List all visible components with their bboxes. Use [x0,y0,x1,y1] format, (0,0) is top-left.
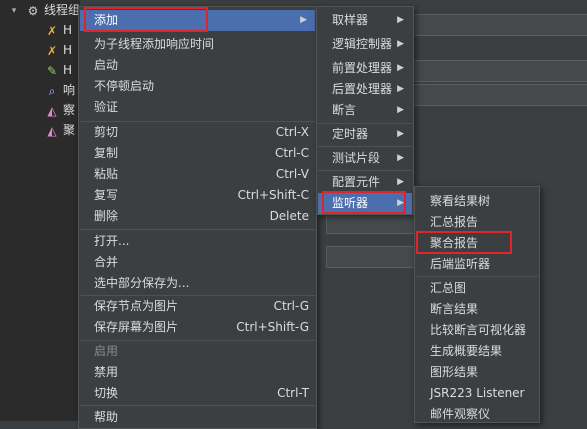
tree-node-label: H [63,43,73,57]
chevron-right-icon: ▶ [397,198,404,208]
menu-item-open[interactable]: 打开... [80,231,315,252]
menu-separator [80,405,315,406]
menu-item-validate[interactable]: 验证 [80,97,315,118]
menu-separator [80,229,315,230]
menu-item-add-response-time[interactable]: 为子线程添加响应时间 [80,34,315,55]
menu-item-copy[interactable]: 复制 Ctrl-C [80,143,315,164]
add-submenu: 取样器 ▶ 逻辑控制器 ▶ 前置处理器 ▶ 后置处理器 ▶ 断言 ▶ 定时器 ▶ 测试片段 ▶… [316,6,414,215]
background-field [326,246,418,268]
pencil-icon: ✎ [46,63,58,78]
menu-item-disable[interactable]: 禁用 [80,362,315,383]
menu-item-assertion-results[interactable]: 断言结果 [416,299,538,320]
menu-item-save-screen-as-image[interactable]: 保存屏幕为图片 Ctrl+Shift-G [80,317,315,338]
wrench-icon: ✗ [46,43,58,58]
tree-node[interactable]: ✗ H [44,40,72,60]
tree-node-label: 察 [63,103,76,117]
menu-item-duplicate[interactable]: 复写 Ctrl+Shift-C [80,185,315,206]
chevron-right-icon: ▶ [397,39,404,49]
menu-item-aggregate-report[interactable]: 聚合报告 [416,233,538,254]
chevron-right-icon: ▶ [397,153,404,163]
tree-node-label: H [63,23,73,37]
tree-node[interactable]: ◭ 察 [44,100,75,120]
menu-item-start-no-pauses[interactable]: 不停顿启动 [80,76,315,97]
test-plan-tree: ▾ ⚙ 线程组 ✗ H ✗ H ✎ H ⌕ 响 ◭ 察 ◭ 聚 [0,0,80,421]
tree-node-label: 聚 [63,123,76,137]
chevron-right-icon: ▶ [397,15,404,25]
tree-node-label: 响 [63,83,76,97]
tree-node[interactable]: ◭ 聚 [44,120,75,140]
menu-item-assertion[interactable]: 断言 ▶ [318,100,412,121]
collapse-icon[interactable]: ▾ [6,3,22,19]
menu-item-paste[interactable]: 粘贴 Ctrl-V [80,164,315,185]
menu-item-view-results-tree[interactable]: 察看结果树 [416,191,538,212]
menu-separator [416,276,538,277]
graph-icon: ◭ [47,103,57,118]
menu-item-graph-results[interactable]: 图形结果 [416,362,538,383]
menu-item-backend-listener[interactable]: 后端监听器 [416,254,538,275]
chevron-right-icon: ▶ [397,177,404,187]
chevron-right-icon: ▶ [300,15,307,25]
chevron-right-icon: ▶ [397,129,404,139]
tree-node-label: 线程组 [44,3,81,17]
menu-item-aggregate-graph[interactable]: 汇总图 [416,278,538,299]
menu-item-start[interactable]: 启动 [80,55,315,76]
menu-item-summary-report[interactable]: 汇总报告 [416,212,538,233]
chevron-right-icon: ▶ [397,84,404,94]
menu-item-config-element[interactable]: 配置元件 ▶ [318,172,412,193]
gear-icon: ⚙ [27,3,39,18]
tree-node[interactable]: ✎ H [44,60,72,80]
menu-item-logic-controller[interactable]: 逻辑控制器 ▶ [318,34,412,55]
menu-item-listener[interactable]: 监听器 ▶ [318,193,412,214]
chevron-right-icon: ▶ [397,63,404,73]
background-field [412,14,587,36]
menu-item-comparison-assertion-visualizer[interactable]: 比较断言可视化器 [416,320,538,341]
menu-item-timer[interactable]: 定时器 ▶ [318,124,412,145]
graph-icon: ◭ [47,123,57,138]
menu-item-generate-summary-results[interactable]: 生成概要结果 [416,341,538,362]
menu-item-toggle[interactable]: 切换 Ctrl-T [80,383,315,404]
tree-node[interactable]: ✗ H [44,20,72,40]
menu-separator [318,146,412,147]
magnifier-icon: ⌕ [48,83,56,98]
chevron-right-icon: ▶ [397,105,404,115]
wrench-icon: ✗ [46,23,58,38]
tree-node-thread-group[interactable]: ▾ ⚙ 线程组 [6,0,80,20]
menu-item-sampler[interactable]: 取样器 ▶ [318,10,412,31]
listener-submenu: 察看结果树 汇总报告 聚合报告 后端监听器 汇总图 断言结果 比较断言可视化器 … [414,186,540,423]
menu-item-mailer-visualizer[interactable]: 邮件观察仪 [416,404,538,425]
context-menu: 添加 ▶ 为子线程添加响应时间 启动 不停顿启动 验证 剪切 Ctrl-X 复制 Ct… [78,6,317,429]
menu-item-enable: 启用 [94,344,119,358]
menu-item-pre-processor[interactable]: 前置处理器 ▶ [318,58,412,79]
menu-item-test-fragment[interactable]: 测试片段 ▶ [318,148,412,169]
menu-item-save-node-as-image[interactable]: 保存节点为图片 Ctrl-G [80,296,315,317]
background-field [412,84,587,106]
menu-item-cut[interactable]: 剪切 Ctrl-X [80,122,315,143]
menu-item-merge[interactable]: 合并 [80,252,315,273]
menu-item-delete[interactable]: 删除 Delete [80,206,315,227]
menu-item-jsr223-listener[interactable]: JSR223 Listener [416,383,538,404]
background-field [326,212,418,234]
menu-item-post-processor[interactable]: 后置处理器 ▶ [318,79,412,100]
background-field [412,60,587,82]
menu-item-add[interactable]: 添加 ▶ [80,10,315,31]
menu-separator [318,170,412,171]
menu-item-save-selection-as[interactable]: 选中部分保存为... [80,273,315,294]
tree-node-label: H [63,63,73,77]
tree-node[interactable]: ⌕ 响 [44,80,75,100]
menu-item-help[interactable]: 帮助 [80,407,315,428]
